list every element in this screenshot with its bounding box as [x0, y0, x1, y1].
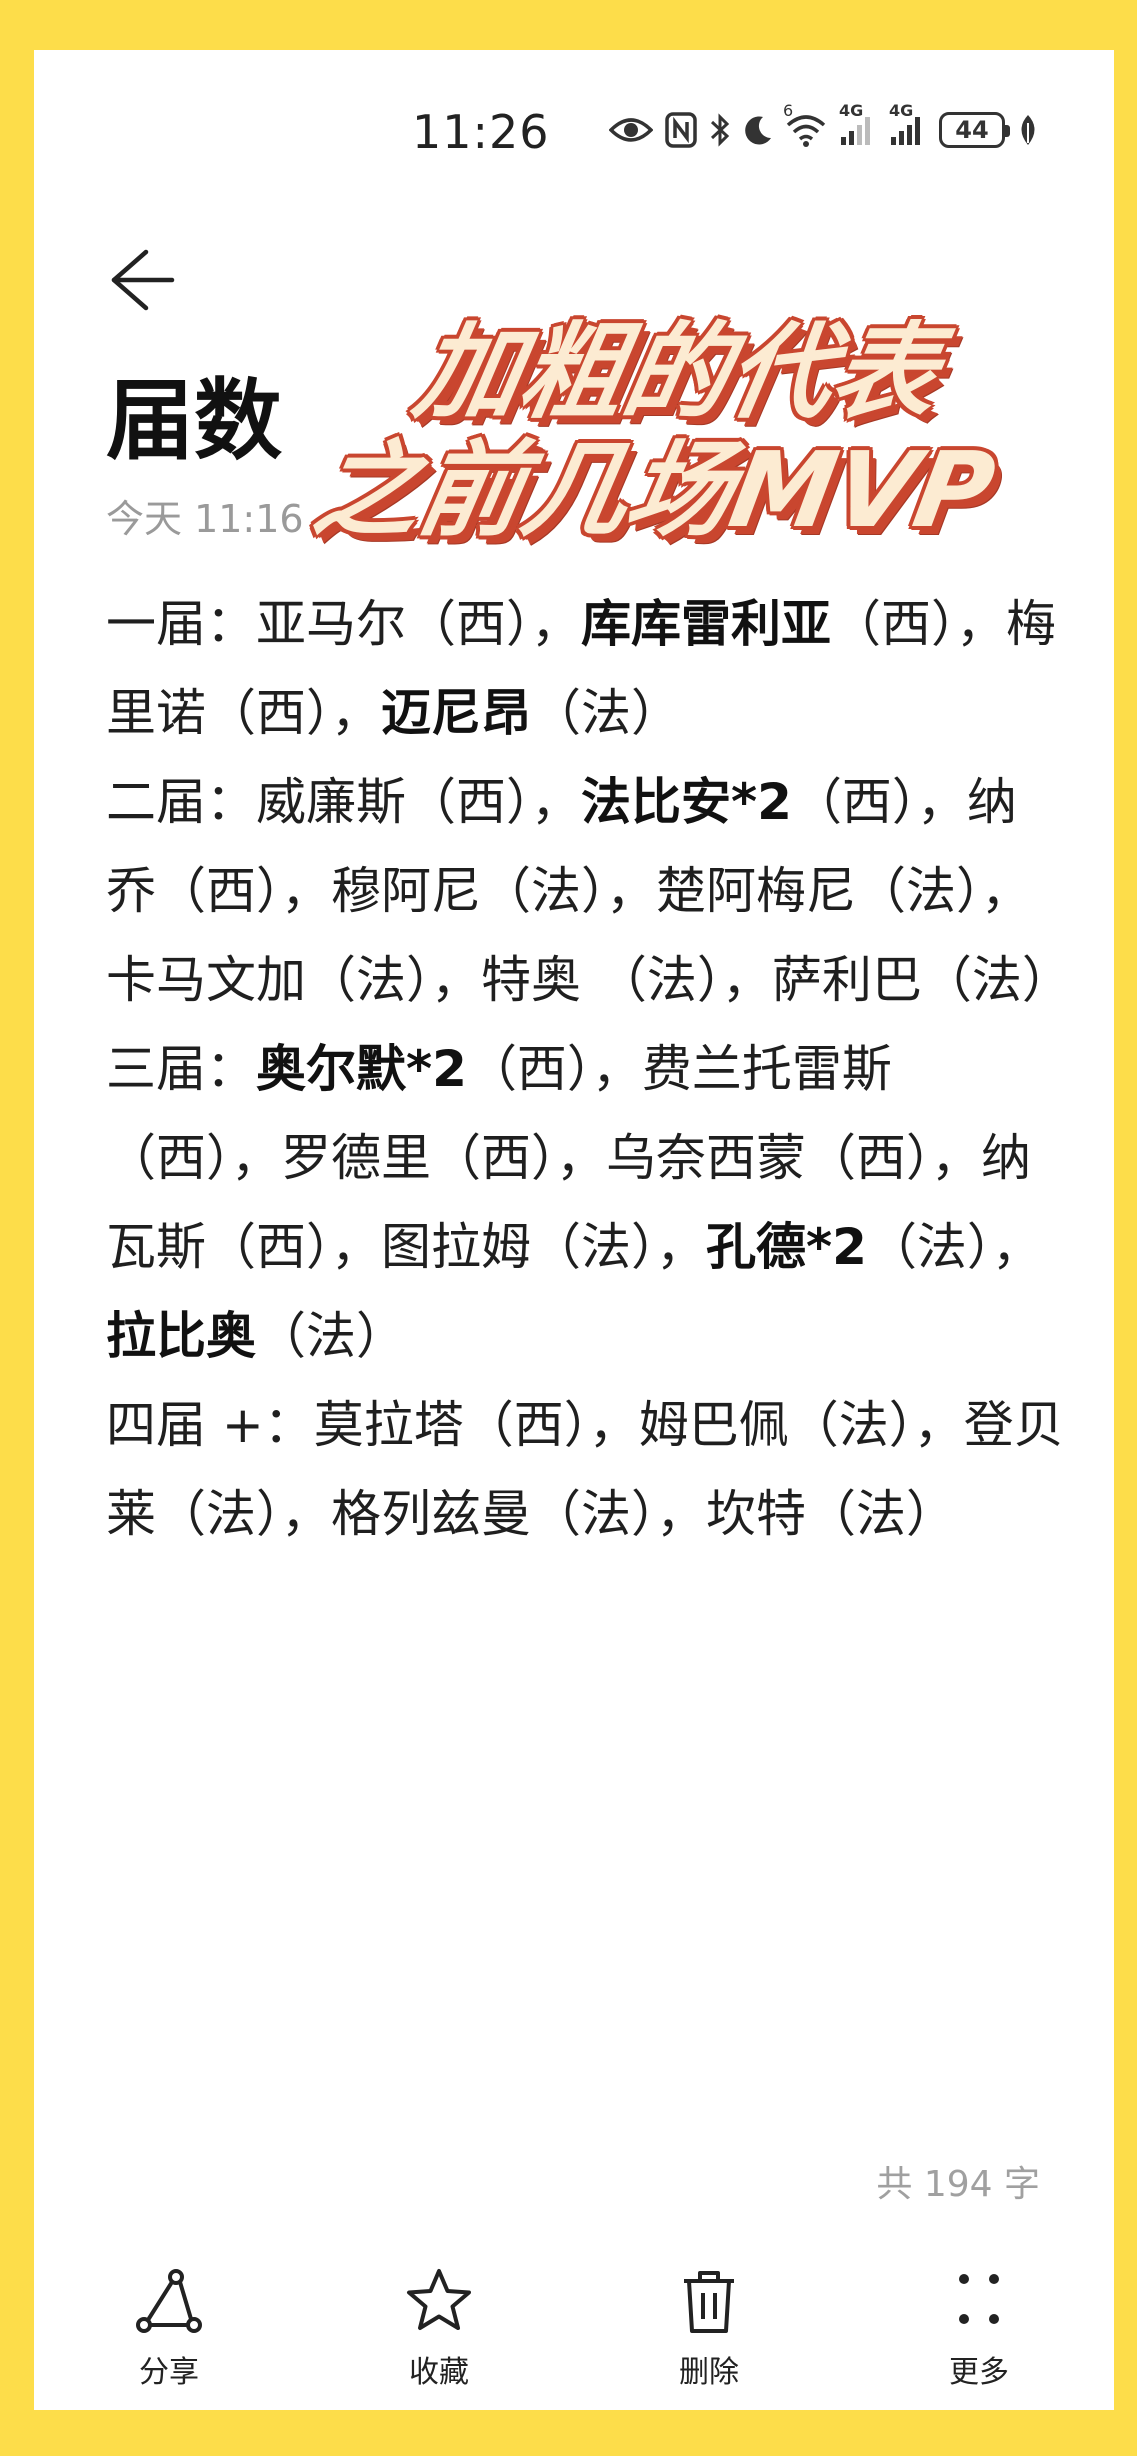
note-title[interactable]: 届数 [106, 350, 282, 477]
note-paragraph: 一届：亚马尔（西），库库雷利亚（西），梅里诺（西），迈尼昂（法） [106, 580, 1066, 758]
text-run: （法） [531, 684, 681, 742]
battery-level: 44 [955, 116, 989, 144]
star-icon [407, 2269, 471, 2330]
text-run: 二届：威廉斯（西）， [106, 773, 581, 831]
leaf-icon [1021, 115, 1035, 145]
note-paragraph: 二届：威廉斯（西），法比安*2（西），纳乔（西），穆阿尼（法），楚阿梅尼（法），… [106, 758, 1072, 1025]
signal-1-label: 4G [839, 101, 864, 120]
bottom-toolbar: 分享 收藏 删除 更多 [34, 2265, 1114, 2410]
status-icons: 6 4G 4G 44 [609, 101, 1039, 155]
signal-2-label: 4G [889, 101, 914, 120]
bold-text-run: 法比安*2 [581, 773, 792, 831]
bluetooth-icon [710, 113, 730, 147]
eye-icon [609, 118, 653, 142]
text-run: 四届 +：莫拉塔（西），姆巴佩（法），登贝莱（法），格列兹曼（法），坎特（法） [106, 1396, 1064, 1543]
note-paragraph: 三届：奥尔默*2（西），费兰托雷斯（西），罗德里（西），乌奈西蒙（西），纳瓦斯（… [106, 1025, 1066, 1381]
more-button[interactable]: 更多 [844, 2265, 1114, 2410]
bold-text-run: 奥尔默*2 [256, 1040, 467, 1098]
overlay-line-1: 加粗的代表 [406, 311, 948, 433]
text-run: （法）， [866, 1218, 1042, 1276]
battery-icon: 44 [939, 112, 1010, 148]
overlay-line-2: 之前几场MVP [305, 429, 1004, 551]
signal-1: 4G [839, 101, 877, 147]
favorite-button[interactable]: 收藏 [304, 2265, 574, 2410]
more-label: 更多 [949, 2355, 1009, 2390]
word-count: 共 194 字 [876, 2164, 1040, 2205]
arrow-left-icon [111, 249, 175, 311]
more-icon [959, 2274, 999, 2324]
sticker-overlay: 加粗的代表 之前几场MVP [302, 311, 1114, 570]
note-timestamp: 今天 11:16 [106, 497, 304, 541]
nfc-icon [665, 112, 697, 148]
status-bar: 11:26 6 4G 4G 44 [34, 50, 1114, 200]
share-button[interactable]: 分享 [34, 2265, 304, 2410]
bold-text-run: 拉比奥 [106, 1307, 256, 1365]
note-screen: 11:26 6 4G 4G 44 届数 今天 11:16 加粗的代表 之前几场M… [34, 50, 1114, 2410]
wifi-indicator: 6 [783, 101, 827, 147]
status-time: 11:26 [412, 105, 550, 159]
note-paragraph: 四届 +：莫拉塔（西），姆巴佩（法），登贝莱（法），格列兹曼（法），坎特（法） [106, 1381, 1066, 1559]
wifi-label: 6 [783, 101, 794, 120]
bold-text-run: 孔德*2 [706, 1218, 867, 1276]
signal-2: 4G [889, 101, 927, 147]
note-body[interactable]: 一届：亚马尔（西），库库雷利亚（西），梅里诺（西），迈尼昂（法） 二届：威廉斯（西… [106, 580, 1072, 1559]
bold-text-run: 迈尼昂 [381, 684, 531, 742]
bold-text-run: 库库雷利亚 [581, 595, 831, 653]
trash-icon [684, 2271, 734, 2333]
moon-icon [745, 116, 771, 145]
text-run: 一届：亚马尔（西）， [106, 595, 581, 653]
share-label: 分享 [139, 2355, 199, 2390]
share-icon [136, 2269, 202, 2333]
text-run: 三届： [106, 1040, 256, 1098]
favorite-label: 收藏 [409, 2355, 469, 2390]
delete-button[interactable]: 删除 [574, 2265, 844, 2410]
text-run: （法） [256, 1307, 406, 1365]
back-button[interactable] [104, 240, 184, 320]
delete-label: 删除 [679, 2355, 739, 2390]
